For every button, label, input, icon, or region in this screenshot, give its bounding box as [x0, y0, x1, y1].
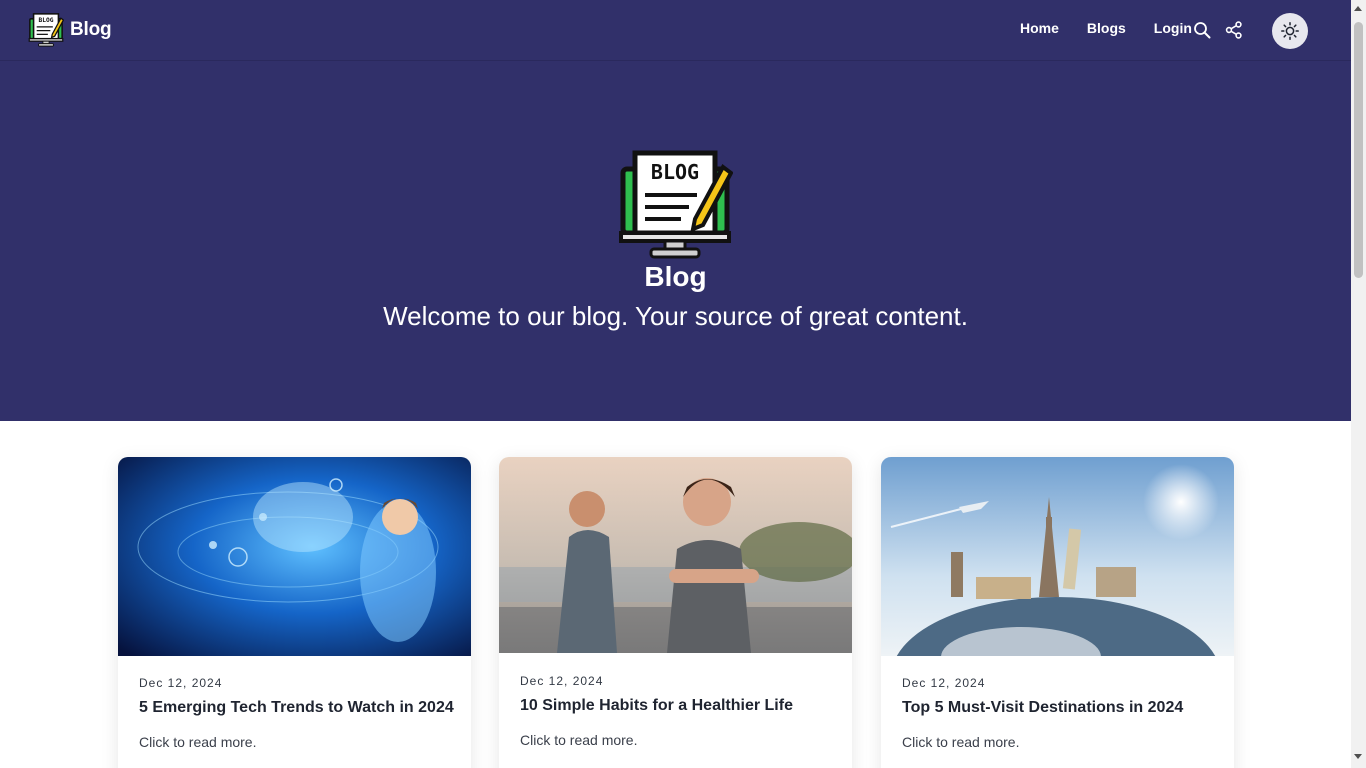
page: BLOG Blog Home Blogs Login BLOG Blog Wel…	[0, 0, 1351, 768]
share-icon[interactable]	[1225, 21, 1243, 39]
post-date: Dec 12, 2024	[139, 676, 223, 690]
brand-name: Blog	[70, 19, 112, 40]
hero-subtitle: Welcome to our blog. Your source of grea…	[383, 301, 968, 331]
post-card-health[interactable]: Dec 12, 2024 10 Simple Habits for a Heal…	[499, 457, 852, 768]
blog-monitor-icon: BLOG	[619, 150, 733, 259]
navbar: BLOG Blog Home Blogs Login	[0, 0, 1351, 61]
post-card-travel[interactable]: Dec 12, 2024 Top 5 Must-Visit Destinatio…	[881, 457, 1234, 768]
post-title[interactable]: Top 5 Must-Visit Destinations in 2024	[902, 699, 1183, 717]
svg-text:BLOG: BLOG	[651, 160, 699, 184]
svg-text:BLOG: BLOG	[39, 17, 54, 24]
nav-link-home[interactable]: Home	[1020, 20, 1059, 36]
sun-icon	[1281, 22, 1299, 40]
nav-link-blogs[interactable]: Blogs	[1087, 20, 1126, 36]
scrollbar-thumb[interactable]	[1354, 22, 1363, 278]
page-scrollbar[interactable]	[1351, 0, 1366, 768]
post-card-tech[interactable]: Dec 12, 2024 5 Emerging Tech Trends to W…	[118, 457, 471, 768]
hero-title: Blog	[644, 261, 707, 292]
brand-link[interactable]: BLOG Blog	[28, 12, 112, 48]
nav-links: Home Blogs Login	[1020, 20, 1192, 36]
post-read-more[interactable]: Click to read more.	[902, 734, 1019, 750]
post-image-tech	[118, 457, 471, 656]
hero-section: BLOG Blog Welcome to our blog. Your sour…	[0, 61, 1351, 421]
post-image-travel	[881, 457, 1234, 656]
blog-monitor-icon: BLOG	[28, 13, 64, 47]
nav-link-login[interactable]: Login	[1154, 20, 1192, 36]
post-read-more[interactable]: Click to read more.	[139, 734, 256, 750]
scroll-down-arrow-icon[interactable]	[1354, 754, 1362, 759]
post-title[interactable]: 10 Simple Habits for a Healthier Life	[520, 697, 793, 715]
scroll-up-arrow-icon[interactable]	[1354, 6, 1362, 11]
post-date: Dec 12, 2024	[520, 674, 604, 688]
post-read-more[interactable]: Click to read more.	[520, 732, 637, 748]
theme-toggle-button[interactable]	[1272, 13, 1308, 49]
post-date: Dec 12, 2024	[902, 676, 986, 690]
post-title[interactable]: 5 Emerging Tech Trends to Watch in 2024	[139, 699, 454, 717]
search-icon[interactable]	[1193, 21, 1211, 39]
post-image-health	[499, 457, 852, 653]
